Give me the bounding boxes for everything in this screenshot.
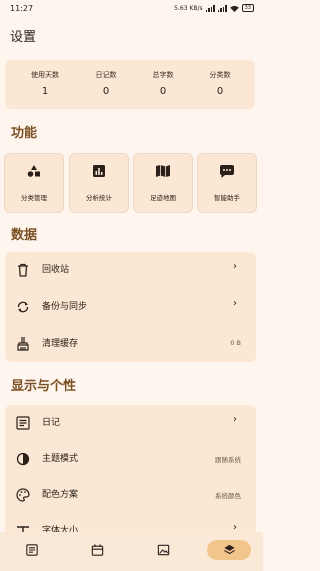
article-icon [26, 544, 38, 556]
stat-days: 使用天数 1 [15, 60, 75, 97]
chevron-right-icon: › [233, 298, 237, 309]
stat-categories: 分类数 0 [190, 60, 250, 97]
stat-label: 使用天数 [31, 71, 59, 79]
stat-label: 日记数 [95, 71, 117, 79]
stat-label: 总字数 [152, 71, 174, 79]
bottom-nav [0, 532, 263, 571]
row-label: 主题模式 [42, 454, 79, 464]
stat-value: 0 [216, 86, 224, 97]
nav-settings[interactable] [207, 540, 251, 560]
tile-label: 分类管理 [21, 194, 47, 202]
display-heading: 显示与个性 [11, 379, 77, 394]
stat-diaries: 日记数 0 [76, 60, 136, 97]
map-icon [134, 165, 192, 177]
status-time: 11:27 [10, 4, 34, 13]
sync-icon [17, 301, 29, 313]
nav-gallery[interactable] [141, 540, 185, 560]
battery-icon: 33 [241, 4, 254, 12]
image-icon [157, 544, 169, 556]
trash-icon [18, 263, 28, 277]
row-color-scheme[interactable]: 配色方案 系统颜色 [5, 477, 256, 513]
article-icon [16, 416, 30, 430]
chevron-right-icon: › [233, 414, 237, 425]
calendar-icon [91, 544, 103, 556]
row-clear-cache[interactable]: 清理缓存 0 B [5, 326, 256, 362]
row-theme-mode[interactable]: 主题模式 跟随系统 [5, 441, 256, 477]
row-label: 日记 [42, 418, 61, 428]
stat-value: 0 [159, 86, 167, 97]
stats-card: 使用天数 1 日记数 0 总字数 0 分类数 0 [5, 60, 255, 109]
status-bar: 11:27 5.63 KB/s 33 [0, 0, 263, 18]
wifi-icon [229, 5, 239, 12]
display-card: 日记 › 主题模式 跟随系统 配色方案 系统颜色 字体大小 › [5, 405, 256, 535]
stat-words: 总字数 0 [133, 60, 193, 97]
row-diary[interactable]: 日记 › [5, 405, 256, 441]
palette-icon [16, 488, 30, 502]
nav-diary[interactable] [10, 540, 54, 560]
network-speed: 5.63 KB/s [174, 4, 203, 12]
signal-icon-2 [217, 4, 227, 12]
chevron-right-icon: › [233, 261, 237, 272]
page-title: 设置 [10, 30, 37, 45]
tile-footprint-map[interactable]: 足迹地图 [133, 153, 193, 213]
stat-value: 1 [41, 86, 49, 97]
row-backup-sync[interactable]: 备份与同步 › [5, 289, 256, 325]
layers-icon [223, 544, 235, 555]
cache-size-value: 0 B [230, 339, 241, 347]
row-label: 配色方案 [42, 490, 79, 500]
tile-category-management[interactable]: 分类管理 [4, 153, 64, 213]
row-label: 清理缓存 [42, 339, 79, 349]
contrast-icon [16, 452, 30, 466]
broom-icon [17, 337, 29, 351]
tile-label: 分析统计 [86, 194, 112, 202]
row-recycle-bin[interactable]: 回收站 › [5, 252, 256, 288]
nav-calendar[interactable] [75, 540, 119, 560]
chat-icon [198, 165, 256, 178]
stat-value: 0 [102, 86, 110, 97]
tile-analytics[interactable]: 分析统计 [69, 153, 129, 213]
signal-icon [205, 4, 215, 12]
stat-label: 分类数 [209, 71, 231, 79]
tile-label: 智能助手 [214, 194, 240, 202]
theme-mode-value: 跟随系统 [215, 456, 241, 464]
row-label: 备份与同步 [42, 302, 88, 312]
data-card: 回收站 › 备份与同步 › 清理缓存 0 B [5, 252, 256, 362]
color-scheme-value: 系统颜色 [215, 492, 241, 500]
category-icon [5, 165, 63, 177]
row-label: 回收站 [42, 265, 70, 275]
tile-label: 足迹地图 [150, 194, 176, 202]
features-heading: 功能 [11, 126, 38, 141]
status-icons: 5.63 KB/s 33 [174, 4, 254, 12]
data-heading: 数据 [11, 228, 38, 243]
analytics-icon [70, 165, 128, 177]
tile-smart-assistant[interactable]: 智能助手 [197, 153, 257, 213]
